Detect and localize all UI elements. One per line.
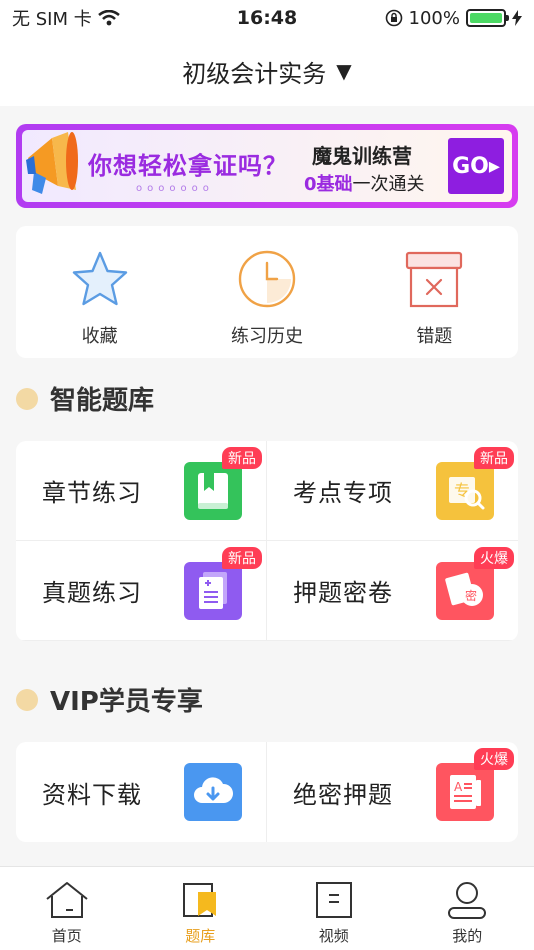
banner-subtitle: 0基础一次通关	[304, 170, 425, 196]
tab-home[interactable]: 首页	[0, 867, 134, 950]
quick-actions: 收藏 练习历史 错题	[16, 226, 518, 358]
status-left: 无 SIM 卡	[12, 5, 192, 31]
tab-profile-label: 我的	[452, 927, 483, 945]
mock-papers-label: 押题密卷	[293, 579, 393, 607]
secret-paper-icon: 密	[436, 561, 494, 620]
banner-right-title: 魔鬼训练营	[312, 144, 412, 168]
hot-badge: 火爆	[474, 748, 514, 770]
banner-headline: 你想轻松拿证吗？	[88, 152, 288, 180]
key-points-label: 考点专项	[293, 479, 393, 507]
rotation-lock-icon	[385, 9, 402, 27]
battery-icon	[466, 9, 509, 27]
bottom-tab-bar: 首页 题库 视频 我的	[0, 866, 534, 950]
tab-question-bank[interactable]: 题库	[134, 867, 268, 950]
video-icon	[310, 879, 358, 921]
status-bar: 无 SIM 卡 16:48 100%	[0, 0, 534, 36]
new-badge: 新品	[474, 447, 514, 469]
materials-download-card[interactable]: 资料下载	[16, 742, 267, 842]
banner-inner: 你想轻松拿证吗？ ooooooo 魔鬼训练营 0基础一次通关 GO▸	[22, 130, 512, 202]
clock: 16:48	[236, 7, 298, 29]
smart-bank-heading: 智能题库	[16, 380, 154, 417]
tab-video-label: 视频	[318, 927, 349, 945]
practice-history-label: 练习历史	[230, 326, 303, 347]
home-icon	[43, 879, 91, 921]
subject-selector[interactable]: 初级会计实务 ▼	[0, 36, 534, 106]
carrier-label: 无 SIM 卡	[12, 9, 92, 30]
wifi-icon	[97, 10, 120, 26]
smart-bank-title: 智能题库	[50, 386, 155, 416]
tab-video[interactable]: 视频	[267, 867, 401, 950]
wrong-questions-button[interactable]: 错题	[351, 226, 518, 358]
chapter-practice-label: 章节练习	[42, 479, 142, 507]
wrong-questions-label: 错题	[416, 326, 453, 347]
new-badge: 新品	[222, 447, 262, 469]
favorites-label: 收藏	[81, 326, 118, 347]
section-dot	[16, 688, 38, 711]
favorites-button[interactable]: 收藏	[16, 226, 183, 358]
vip-title: VIP学员专享	[50, 687, 203, 717]
wrong-box-icon	[403, 248, 465, 310]
svg-text:A: A	[454, 780, 463, 794]
go-button[interactable]: GO▸	[448, 138, 504, 194]
battery-percent: 100%	[408, 7, 460, 29]
cloud-download-icon	[184, 763, 242, 821]
status-right: 100%	[342, 8, 522, 29]
chapter-practice-card[interactable]: 章节练习 新品	[16, 441, 267, 541]
promo-banner[interactable]: 你想轻松拿证吗？ ooooooo 魔鬼训练营 0基础一次通关 GO▸	[16, 124, 518, 208]
banner-sub-rest: 一次通关	[352, 174, 425, 195]
past-exams-card[interactable]: 真题练习 新品	[16, 541, 267, 641]
svg-text:专: 专	[454, 481, 470, 500]
vip-heading: VIP学员专享	[16, 681, 203, 718]
new-badge: 新品	[222, 547, 262, 569]
past-exams-label: 真题练习	[42, 579, 142, 607]
dropdown-arrow-icon: ▼	[336, 59, 352, 83]
banner-dots: ooooooo	[136, 183, 214, 194]
book-icon	[184, 461, 242, 520]
question-bank-icon	[176, 879, 224, 921]
topic-search-icon: 专	[436, 461, 494, 520]
banner-sub-highlight: 0基础	[304, 174, 353, 195]
top-secret-card[interactable]: 绝密押题 A 火爆	[267, 742, 518, 842]
subject-title: 初级会计实务	[182, 59, 327, 88]
exam-doc-icon	[184, 561, 242, 620]
mock-papers-card[interactable]: 押题密卷 密 火爆	[267, 541, 518, 641]
materials-download-label: 资料下载	[42, 780, 142, 809]
smart-bank-grid: 章节练习 新品 考点专项 专 新品 真题练习 新品 押题密卷 密 火爆	[16, 441, 518, 641]
tab-profile[interactable]: 我的	[401, 867, 534, 950]
svg-text:密: 密	[465, 588, 477, 603]
practice-history-button[interactable]: 练习历史	[183, 226, 350, 358]
secret-file-icon: A	[436, 763, 494, 821]
megaphone-icon	[26, 132, 78, 194]
star-icon	[69, 248, 131, 310]
key-points-card[interactable]: 考点专项 专 新品	[267, 441, 518, 541]
tab-home-label: 首页	[51, 927, 82, 945]
top-secret-label: 绝密押题	[293, 780, 393, 809]
vip-grid: 资料下载 绝密押题 A 火爆	[16, 742, 518, 842]
section-dot	[16, 387, 38, 410]
clock-icon	[236, 248, 298, 310]
profile-icon	[443, 879, 491, 921]
tab-question-bank-label: 题库	[185, 927, 216, 945]
hot-badge: 火爆	[474, 547, 514, 569]
charging-bolt-icon	[512, 10, 522, 26]
